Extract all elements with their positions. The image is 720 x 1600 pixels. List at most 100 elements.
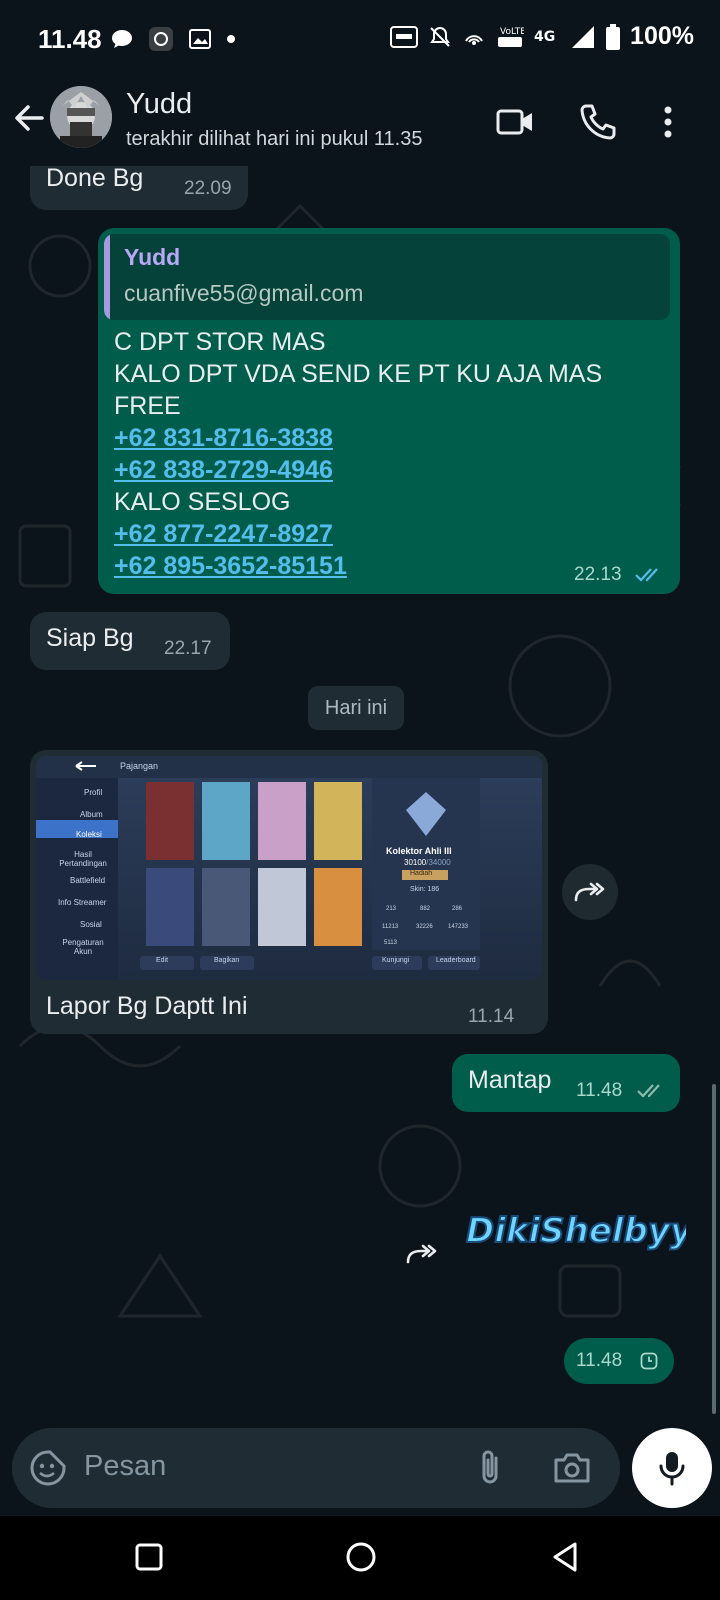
contact-name[interactable]: Yudd xyxy=(126,88,192,121)
video-camera-icon xyxy=(496,109,532,135)
graffiti-sticker: DikiShelbyy xyxy=(465,1210,695,1252)
game-menu-item: Battlefield xyxy=(70,876,106,885)
game-menu-item: Sosial xyxy=(80,920,102,929)
voice-call-button[interactable] xyxy=(576,100,620,144)
stat-value: 11213 xyxy=(382,924,399,930)
message-line: KALO DPT VDA SEND KE PT KU AJA MAS xyxy=(114,360,603,388)
more-notifications-dot-icon xyxy=(227,35,235,43)
message-text: Mantap xyxy=(468,1066,552,1094)
stat-value: 213 xyxy=(386,906,397,912)
forward-icon xyxy=(406,1244,437,1264)
camera-icon[interactable] xyxy=(552,1450,592,1486)
system-navigation-bar xyxy=(0,1516,720,1600)
status-bar: 11.48 VoLTE 4G 100% xyxy=(0,0,720,78)
status-system-icons: VoLTE 4G 100% xyxy=(390,22,694,51)
system-back-icon[interactable] xyxy=(550,1540,580,1574)
message-time: 11.48 xyxy=(576,1080,623,1101)
battery-percent: 100% xyxy=(630,22,694,50)
game-leaderboard-button: Leaderboard xyxy=(436,957,476,964)
outgoing-pending-message[interactable]: 11.48 xyxy=(564,1338,674,1384)
outgoing-message-bubble[interactable]: Yudd cuanfive55@gmail.com C DPT STOR MAS… xyxy=(98,228,680,594)
volte-icon: VoLTE xyxy=(498,27,524,47)
contact-avatar[interactable] xyxy=(50,86,112,148)
phone-link[interactable]: +62 831-8716-3838 xyxy=(114,422,602,454)
outgoing-message-bubble[interactable]: Mantap 11.48 xyxy=(452,1054,680,1112)
message-time: 22.17 xyxy=(164,638,212,659)
game-menu-item: Profil xyxy=(84,788,103,797)
hotspot-icon xyxy=(465,34,483,45)
phone-link[interactable]: +62 838-2729-4946 xyxy=(114,454,602,486)
incoming-message-bubble[interactable]: Siap Bg 22.17 xyxy=(30,612,230,670)
svg-text:DikiShelbyy: DikiShelbyy xyxy=(466,1211,686,1251)
rank-points: 30100/34000 xyxy=(404,858,451,867)
quoted-sender-name: Yudd xyxy=(124,244,181,270)
game-share-button: Bagikan xyxy=(214,957,240,964)
phone-link[interactable]: +62 877-2247-8927 xyxy=(114,518,602,550)
quoted-message[interactable]: Yudd cuanfive55@gmail.com xyxy=(104,234,670,320)
video-call-button[interactable] xyxy=(494,100,538,144)
image-caption: Lapor Bg Daptt Ini xyxy=(46,992,248,1020)
mute-bell-icon xyxy=(430,26,450,47)
message-text: Siap Bg xyxy=(46,624,134,652)
game-menu-item: Koleksi xyxy=(76,830,102,839)
forward-icon xyxy=(574,882,605,902)
game-screenshot-image[interactable]: Pajangan Profil Album Koleksi Hasil Pert… xyxy=(36,756,542,980)
chat-messages-area[interactable]: Done Bg 22.09 Yudd cuanfive55@gmail.com … xyxy=(0,166,720,1426)
game-menu-item: Album xyxy=(80,810,103,819)
message-line: KALO SESLOG xyxy=(114,488,291,516)
game-header-label: Pajangan xyxy=(120,761,159,771)
back-button[interactable] xyxy=(10,98,50,138)
app-notification-icon xyxy=(149,27,173,51)
stat-value: 286 xyxy=(452,906,463,912)
phone-link[interactable]: +62 895-3652-85151 xyxy=(114,550,602,582)
last-seen-status: terakhir dilihat hari ini pukul 11.35 xyxy=(126,128,423,150)
quote-accent-bar xyxy=(104,234,110,320)
attach-icon[interactable] xyxy=(474,1448,508,1488)
quoted-text: cuanfive55@gmail.com xyxy=(124,280,364,306)
phone-icon xyxy=(580,104,616,140)
scrollbar[interactable] xyxy=(712,1084,716,1414)
vertical-dots-icon xyxy=(664,106,672,138)
stat-value: 147233 xyxy=(448,924,469,930)
incoming-message-bubble[interactable]: Done Bg 22.09 xyxy=(30,166,248,210)
message-line: FREE xyxy=(114,392,181,420)
chat-header: Yudd terakhir dilihat hari ini pukul 11.… xyxy=(0,78,720,166)
forward-button[interactable] xyxy=(394,1226,450,1282)
message-line: C DPT STOR MAS xyxy=(114,328,326,356)
home-icon[interactable] xyxy=(344,1540,378,1574)
reward-button: Hadiah xyxy=(410,870,433,877)
message-time: 11.48 xyxy=(576,1350,623,1371)
signal-icon xyxy=(572,25,595,48)
gallery-notification-icon xyxy=(189,29,211,49)
back-arrow-icon xyxy=(15,105,44,131)
game-menu-item: Info Streamer xyxy=(58,898,107,907)
more-options-button[interactable] xyxy=(646,100,690,144)
message-time: 22.09 xyxy=(184,178,232,199)
game-edit-button: Edit xyxy=(156,957,169,964)
incoming-image-message[interactable]: Pajangan Profil Album Koleksi Hasil Pert… xyxy=(30,750,548,1034)
message-text: Done Bg xyxy=(46,166,144,192)
status-time: 11.48 xyxy=(38,24,102,54)
stat-value: 882 xyxy=(420,906,431,912)
voice-record-button[interactable] xyxy=(632,1428,712,1508)
message-body: C DPT STOR MAS KALO DPT VDA SEND KE PT K… xyxy=(114,326,602,582)
game-collection-preview xyxy=(36,756,542,980)
svg-text:4G: 4G xyxy=(534,29,555,45)
game-visit-button: Kunjungi xyxy=(382,957,410,964)
pending-clock-icon xyxy=(640,1352,658,1370)
rank-points-max: /34000 xyxy=(426,858,451,867)
skin-count: Skin: 186 xyxy=(410,886,440,893)
auto-hz-icon xyxy=(390,25,419,48)
sticker-message[interactable]: DikiShelbyy xyxy=(462,1196,695,1268)
battery-icon xyxy=(606,23,621,50)
emoji-sticker-icon[interactable] xyxy=(28,1448,68,1488)
svg-text:VoLTE: VoLTE xyxy=(500,27,524,37)
message-input-bar[interactable]: Pesan xyxy=(12,1428,620,1508)
game-menu-item: Pengaturan Akun xyxy=(62,938,104,956)
4g-icon: 4G xyxy=(534,29,555,45)
recent-apps-icon[interactable] xyxy=(134,1542,164,1572)
date-separator: Hari ini xyxy=(308,686,404,730)
message-input[interactable]: Pesan xyxy=(84,1450,166,1483)
forward-button[interactable] xyxy=(562,864,618,920)
status-notification-icons xyxy=(110,26,236,52)
